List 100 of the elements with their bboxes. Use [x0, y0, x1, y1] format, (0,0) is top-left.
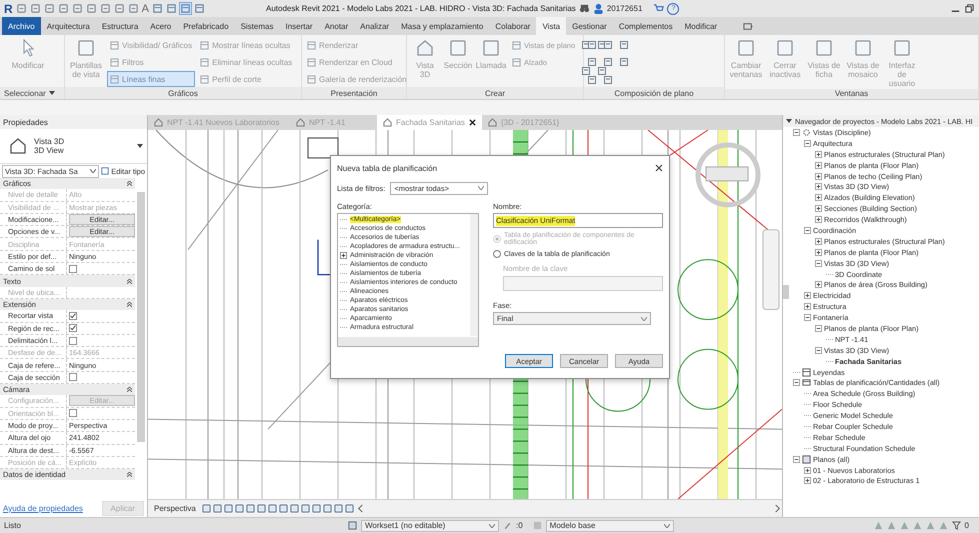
expand-icon[interactable] [815, 260, 822, 267]
caret-icon [478, 186, 484, 190]
scrollbar[interactable] [470, 214, 478, 336]
window-icon [200, 40, 210, 50]
ribbon-tab[interactable]: Arquitectura [40, 17, 96, 35]
ribbon-tab[interactable]: Vista [536, 17, 566, 35]
checkbox[interactable] [69, 324, 77, 332]
cart-icon[interactable] [653, 3, 664, 14]
house-icon [383, 118, 392, 127]
panel-title[interactable]: Gráficos [65, 87, 301, 99]
sheet-icon[interactable] [619, 40, 629, 50]
text-tool[interactable]: A [142, 2, 150, 14]
sheet-icon[interactable] [587, 40, 597, 50]
ribbon-tab[interactable]: Estructura [96, 17, 144, 35]
close-icon[interactable] [655, 164, 663, 172]
panel-title: Propiedades [0, 115, 147, 129]
ribbon-tab[interactable]: Anotar [318, 17, 354, 35]
checkbox[interactable] [69, 373, 77, 382]
sheet-icon[interactable] [581, 66, 592, 76]
expand-icon[interactable] [815, 150, 822, 158]
help-link[interactable]: Ayuda de propiedades [3, 504, 83, 512]
house-icon [154, 118, 163, 127]
model-dropdown[interactable]: Modelo base [546, 520, 674, 532]
expand-icon[interactable] [815, 183, 822, 190]
panel-title[interactable]: Ventanas [725, 88, 978, 99]
panel-title[interactable]: Crear [407, 87, 583, 99]
panel-title[interactable]: Presentación [302, 87, 406, 99]
ribbon-tab[interactable]: Acero [144, 17, 178, 35]
expand-icon[interactable] [815, 238, 822, 245]
workset-icon[interactable] [348, 521, 357, 530]
expand-icon[interactable] [815, 248, 822, 256]
window-icon [512, 58, 521, 66]
panel-title[interactable]: Composición de plano [584, 87, 724, 99]
ribbon-tab[interactable]: Analizar [354, 17, 396, 35]
sheet-icon[interactable] [603, 57, 613, 68]
workset-dropdown[interactable]: Workset1 (no editable) [361, 520, 499, 532]
sheet-icon[interactable] [619, 57, 629, 68]
checkbox[interactable] [69, 312, 77, 320]
scroll-right-icon[interactable] [773, 504, 782, 513]
expand-icon[interactable] [340, 252, 347, 259]
expand-icon[interactable] [804, 292, 811, 300]
scrollbar[interactable] [137, 192, 145, 442]
sheet-icon[interactable] [587, 74, 597, 85]
scroll-left-icon[interactable] [356, 504, 365, 513]
expand-icon[interactable] [804, 226, 811, 234]
sheet-icon[interactable] [597, 66, 608, 76]
ribbon-tab[interactable]: Insertar [279, 17, 319, 35]
filter-icon[interactable] [952, 521, 961, 530]
scrollbar[interactable] [783, 285, 789, 299]
user-icon [592, 3, 604, 14]
expand-icon[interactable] [815, 216, 822, 224]
ribbon-tab[interactable]: Gestionar [566, 17, 613, 35]
expand-icon[interactable] [815, 162, 822, 169]
expand-icon[interactable] [804, 314, 811, 322]
window-icon [512, 40, 521, 50]
expand-icon[interactable] [815, 194, 822, 202]
restore-icon[interactable] [964, 3, 975, 14]
sheet-icon[interactable] [603, 40, 613, 50]
window-icon [775, 38, 795, 58]
expand-icon[interactable] [793, 456, 800, 463]
user-name[interactable]: 20172651 [606, 4, 642, 13]
checkbox[interactable] [69, 336, 77, 344]
expand-icon[interactable] [804, 303, 811, 310]
expand-icon[interactable] [804, 477, 811, 484]
expand-icon[interactable] [815, 324, 822, 332]
panel-toggle-icon[interactable] [743, 20, 754, 32]
panel-title[interactable]: Seleccionar [0, 87, 64, 99]
window-icon [307, 40, 316, 50]
expand-icon[interactable] [793, 128, 800, 136]
checkbox[interactable] [69, 264, 77, 273]
caret-icon[interactable] [786, 119, 792, 123]
expand-icon[interactable] [815, 172, 822, 180]
scrollbar[interactable] [338, 337, 478, 346]
radio-button[interactable] [493, 250, 501, 258]
caret-icon[interactable] [137, 144, 143, 148]
expand-icon[interactable] [815, 346, 822, 354]
ribbon-tab[interactable]: Masa y emplazamiento [395, 17, 490, 35]
ribbon-tab[interactable]: Complementos [612, 17, 679, 35]
binoculars-icon[interactable] [578, 3, 590, 14]
window-icon [110, 58, 119, 66]
app-logo[interactable]: R [4, 2, 13, 16]
ribbon-tab[interactable]: Colaborar [489, 17, 536, 35]
window-icon [307, 58, 316, 66]
window-icon[interactable] [194, 3, 206, 14]
ribbon-tab[interactable]: Prefabricado [177, 17, 235, 35]
ribbon-tab[interactable]: Modificar [678, 17, 724, 35]
close-icon[interactable] [468, 119, 476, 126]
ribbon-tab[interactable]: Archivo [2, 17, 41, 35]
expand-icon[interactable] [804, 140, 811, 147]
ribbon-tab[interactable]: Sistemas [234, 17, 280, 35]
sheet-icon[interactable] [587, 57, 597, 68]
expand-icon[interactable] [793, 379, 800, 386]
expand-icon[interactable] [804, 466, 811, 474]
view-mode-label: Perspectiva [154, 504, 196, 513]
expand-icon[interactable] [815, 205, 822, 212]
sheet-icon[interactable] [603, 74, 613, 85]
expand-icon[interactable] [815, 281, 822, 288]
edit-request-icon[interactable] [503, 521, 512, 530]
dialog-title: Nueva tabla de planificación [337, 164, 438, 172]
key-field[interactable] [503, 276, 663, 291]
